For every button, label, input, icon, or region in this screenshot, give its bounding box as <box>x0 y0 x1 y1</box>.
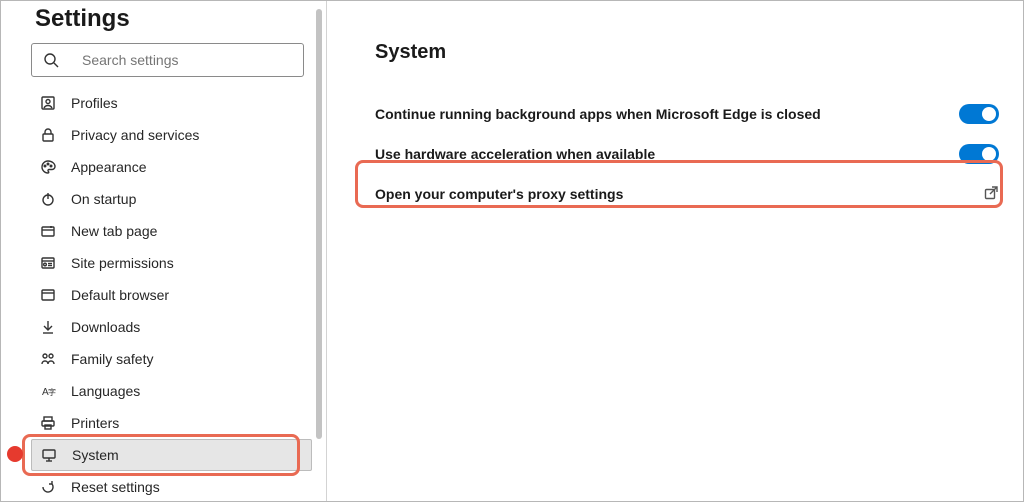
setting-label: Continue running background apps when Mi… <box>375 106 821 122</box>
sidebar-nav: Profiles Privacy and services Appearance… <box>1 87 326 502</box>
system-icon <box>40 446 58 464</box>
sidebar-item-sitepermissions[interactable]: Site permissions <box>31 247 312 279</box>
sidebar-label: Downloads <box>71 319 140 335</box>
lock-icon <box>39 126 57 144</box>
sidebar-scrollbar[interactable] <box>316 9 322 439</box>
sidebar-label: Default browser <box>71 287 169 303</box>
printer-icon <box>39 414 57 432</box>
page-title: System <box>375 41 999 64</box>
main-panel: System Continue running background apps … <box>327 1 1023 501</box>
setting-row-background-apps: Continue running background apps when Mi… <box>375 94 999 134</box>
toggle-hardware-accel[interactable] <box>959 144 999 164</box>
setting-row-proxy[interactable]: Open your computer's proxy settings <box>375 174 999 214</box>
sidebar-item-onstartup[interactable]: On startup <box>31 183 312 215</box>
sidebar-label: On startup <box>71 191 136 207</box>
sidebar-label: Appearance <box>71 159 147 175</box>
annotation-red-dot <box>7 446 23 462</box>
download-icon <box>39 318 57 336</box>
palette-icon <box>39 158 57 176</box>
languages-icon: A字 <box>39 382 57 400</box>
reset-icon <box>39 478 57 496</box>
newtab-icon <box>39 222 57 240</box>
sidebar-label: Reset settings <box>71 479 160 495</box>
sidebar-item-privacy[interactable]: Privacy and services <box>31 119 312 151</box>
power-icon <box>39 190 57 208</box>
sidebar-label: Languages <box>71 383 140 399</box>
external-link-icon <box>983 185 999 204</box>
sidebar-item-printers[interactable]: Printers <box>31 407 312 439</box>
sidebar-item-system[interactable]: System <box>31 439 312 471</box>
svg-text:字: 字 <box>48 387 56 397</box>
sidebar-item-reset[interactable]: Reset settings <box>31 471 312 502</box>
permissions-icon <box>39 254 57 272</box>
sidebar-label: Site permissions <box>71 255 174 271</box>
sidebar-title: Settings <box>1 5 326 43</box>
sidebar-label: Family safety <box>71 351 153 367</box>
setting-label: Open your computer's proxy settings <box>375 186 623 202</box>
sidebar-label: Printers <box>71 415 119 431</box>
family-icon <box>39 350 57 368</box>
search-icon <box>42 51 60 69</box>
search-input[interactable] <box>74 52 293 68</box>
sidebar-item-defaultbrowser[interactable]: Default browser <box>31 279 312 311</box>
sidebar-item-profiles[interactable]: Profiles <box>31 87 312 119</box>
sidebar-item-downloads[interactable]: Downloads <box>31 311 312 343</box>
sidebar-item-languages[interactable]: A字 Languages <box>31 375 312 407</box>
setting-row-hardware-accel: Use hardware acceleration when available <box>375 134 999 174</box>
sidebar-item-newtab[interactable]: New tab page <box>31 215 312 247</box>
sidebar-label: New tab page <box>71 223 157 239</box>
search-box[interactable] <box>31 43 304 77</box>
sidebar-item-family[interactable]: Family safety <box>31 343 312 375</box>
sidebar-label: System <box>72 447 119 463</box>
toggle-background-apps[interactable] <box>959 104 999 124</box>
browser-icon <box>39 286 57 304</box>
sidebar-item-appearance[interactable]: Appearance <box>31 151 312 183</box>
profile-icon <box>39 94 57 112</box>
setting-label: Use hardware acceleration when available <box>375 146 655 162</box>
settings-sidebar: Settings Profiles Privacy and services A… <box>1 1 326 501</box>
sidebar-label: Privacy and services <box>71 127 199 143</box>
sidebar-label: Profiles <box>71 95 118 111</box>
